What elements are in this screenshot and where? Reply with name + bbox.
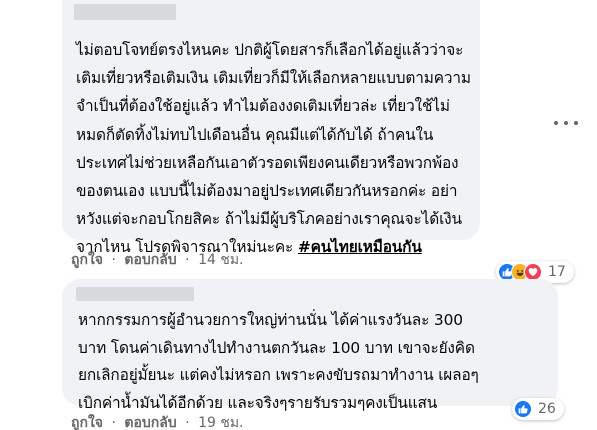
reaction-count: 17	[548, 264, 566, 280]
comment-line: หวังแต่จะกอบโกยสิคะ ถ้าไม่มีผู้บริโภคอย่…	[76, 210, 462, 229]
comment-line: ไม่ตอบโจทย์ตรงไหนคะ ปกติผู้โดยสารก็เลือก…	[76, 41, 464, 59]
like-button[interactable]: ถูกใจ	[71, 415, 103, 430]
separator-dot: ·	[111, 252, 116, 268]
comment-text: หากกรรมการผู้อำนวยการใหญ่ท่านนั่น ได้ค่า…	[78, 307, 479, 417]
redacted-author-name	[76, 287, 194, 301]
comment-line: หมดก็ตัดทิ้งไม่ทบไปเดือนอื่น คุณมีแต่ได้…	[76, 125, 434, 144]
dot-shape	[574, 121, 578, 125]
reaction-count: 26	[538, 401, 556, 417]
comment-line: บาท โดนค่าเดินทางไปทำงานตกวันละ 100 บาท …	[78, 338, 475, 357]
comment-line: ประเทศไม่ช่วยเหลือกันเอาตัวรอดเพียงคนเดี…	[76, 153, 459, 172]
hashtag-link[interactable]: #คนไทยเหมือนกัน	[298, 238, 422, 256]
comment-bubble: หากกรรมการผู้อำนวยการใหญ่ท่านนั่น ได้ค่า…	[62, 279, 558, 412]
dot-shape	[554, 121, 558, 125]
separator-dot: ·	[185, 415, 190, 430]
comment-line: หากกรรมการผู้อำนวยการใหญ่ท่านนั่น ได้ค่า…	[78, 311, 463, 329]
comment-actions: ถูกใจ · ตอบกลับ · 14 ชม.	[71, 249, 244, 271]
dot-shape	[564, 121, 568, 125]
separator-dot: ·	[185, 252, 190, 268]
comment-line: ของตนเอง แบบนี้ไม่ต้องมาอยู่ประเทศเดียวก…	[76, 182, 458, 201]
comment-bubble: ไม่ตอบโจทย์ตรงไหนคะ ปกติผู้โดยสารก็เลือก…	[62, 0, 480, 256]
like-icon	[514, 400, 532, 418]
comment-text: ไม่ตอบโจทย์ตรงไหนคะ ปกติผู้โดยสารก็เลือก…	[76, 36, 471, 262]
reply-button[interactable]: ตอบกลับ	[124, 252, 176, 268]
comment-line: จำเป็นที่ต้องใช้อยู่แล้ว ทำไมต้องงดเติมเ…	[76, 97, 450, 116]
comment-timestamp[interactable]: 19 ชม.	[198, 415, 243, 430]
comment-thread: ไม่ตอบโจทย์ตรงไหนคะ ปกติผู้โดยสารก็เลือก…	[0, 0, 597, 430]
comment-timestamp[interactable]: 14 ชม.	[198, 252, 243, 268]
reaction-summary[interactable]: 26	[512, 398, 564, 420]
comment-line: ยกเลิกอยู่มั้ยนะ แต่คงไม่หรอก เพราะคงขับ…	[78, 366, 479, 385]
like-button[interactable]: ถูกใจ	[71, 252, 103, 268]
redacted-author-name	[74, 4, 176, 20]
separator-dot: ·	[111, 415, 116, 430]
comment-line: เติมเที่ยวหรือเติมเงิน เติมเที่ยวก็มีให้…	[76, 69, 471, 88]
reply-button[interactable]: ตอบกลับ	[124, 415, 176, 430]
more-options-icon[interactable]	[554, 115, 578, 131]
comment-actions: ถูกใจ · ตอบกลับ · 19 ชม.	[71, 412, 244, 430]
